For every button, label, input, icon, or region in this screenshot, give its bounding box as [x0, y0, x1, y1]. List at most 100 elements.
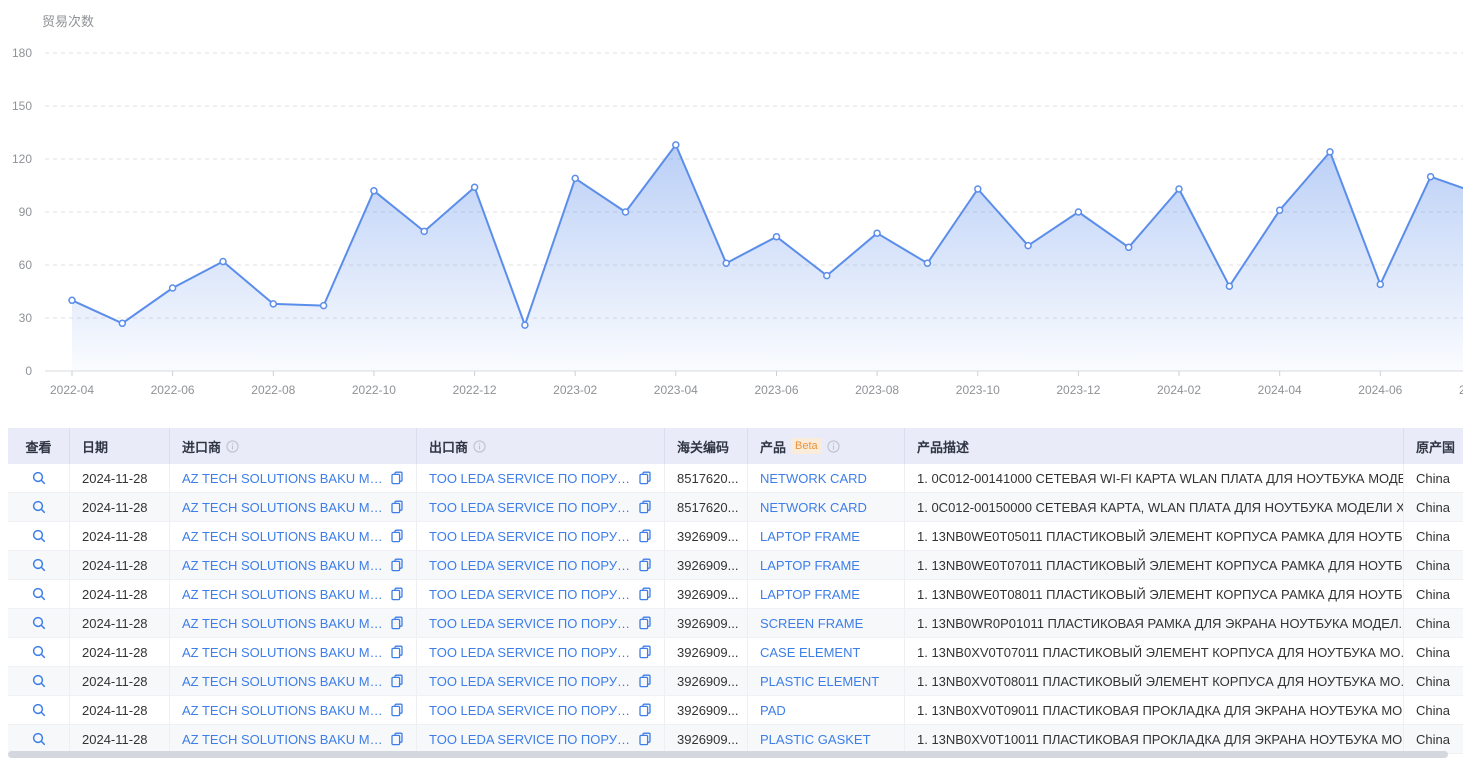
view-search-icon[interactable] — [31, 586, 47, 602]
description-cell: 1. 13NB0WE0T08011 ПЛАСТИКОВЫЙ ЭЛЕМЕНТ КО… — [905, 580, 1404, 608]
date-cell: 2024-11-28 — [70, 493, 170, 521]
copy-icon[interactable] — [390, 645, 404, 659]
exporter-link[interactable]: TOO LEDA SERVICE ПО ПОРУЧЕН... — [429, 645, 632, 660]
product-link[interactable]: NETWORK CARD — [760, 500, 867, 515]
date-value: 2024-11-28 — [82, 616, 148, 631]
copy-icon[interactable] — [638, 703, 652, 717]
copy-icon[interactable] — [638, 471, 652, 485]
date-value: 2024-11-28 — [82, 500, 148, 515]
exporter-link[interactable]: TOO LEDA SERVICE ПО ПОРУЧЕН... — [429, 471, 632, 486]
copy-icon[interactable] — [390, 674, 404, 688]
hs-code-cell: 3926909... — [665, 638, 748, 666]
hs-code-value: 3926909... — [677, 645, 738, 660]
importer-cell: AZ TECH SOLUTIONS BAKU MMC — [170, 725, 417, 753]
product-cell: PAD — [748, 696, 905, 724]
importer-link[interactable]: AZ TECH SOLUTIONS BAKU MMC — [182, 558, 384, 573]
info-icon[interactable] — [827, 440, 840, 453]
copy-icon[interactable] — [638, 500, 652, 514]
hs-code-value: 3926909... — [677, 587, 738, 602]
importer-cell: AZ TECH SOLUTIONS BAKU MMC — [170, 493, 417, 521]
data-point-marker — [220, 259, 226, 265]
x-axis-label: 2024-08 — [1459, 383, 1463, 397]
copy-icon[interactable] — [390, 616, 404, 630]
description-value: 1. 13NB0XV0T08011 ПЛАСТИКОВЫЙ ЭЛЕМЕНТ КО… — [917, 674, 1404, 689]
exporter-link[interactable]: TOO LEDA SERVICE ПО ПОРУЧЕН... — [429, 500, 632, 515]
importer-link[interactable]: AZ TECH SOLUTIONS BAKU MMC — [182, 587, 384, 602]
copy-icon[interactable] — [390, 703, 404, 717]
exporter-link[interactable]: TOO LEDA SERVICE ПО ПОРУЧЕН... — [429, 558, 632, 573]
exporter-cell: TOO LEDA SERVICE ПО ПОРУЧЕН... — [417, 464, 665, 492]
importer-link[interactable]: AZ TECH SOLUTIONS BAKU MMC — [182, 732, 384, 747]
info-icon[interactable] — [473, 440, 486, 453]
product-link[interactable]: LAPTOP FRAME — [760, 587, 860, 602]
importer-link[interactable]: AZ TECH SOLUTIONS BAKU MMC — [182, 645, 384, 660]
copy-icon[interactable] — [638, 645, 652, 659]
data-point-marker — [270, 301, 276, 307]
exporter-link[interactable]: TOO LEDA SERVICE ПО ПОРУЧЕН... — [429, 732, 632, 747]
product-link[interactable]: LAPTOP FRAME — [760, 558, 860, 573]
copy-icon[interactable] — [638, 616, 652, 630]
date-cell: 2024-11-28 — [70, 464, 170, 492]
copy-icon[interactable] — [638, 674, 652, 688]
view-search-icon[interactable] — [31, 702, 47, 718]
origin-value: China — [1416, 529, 1450, 544]
product-link[interactable]: CASE ELEMENT — [760, 645, 860, 660]
view-cell — [8, 667, 70, 695]
copy-icon[interactable] — [390, 558, 404, 572]
importer-link[interactable]: AZ TECH SOLUTIONS BAKU MMC — [182, 616, 384, 631]
exporter-link[interactable]: TOO LEDA SERVICE ПО ПОРУЧЕН... — [429, 703, 632, 718]
importer-link[interactable]: AZ TECH SOLUTIONS BAKU MMC — [182, 674, 384, 689]
origin-cell: China — [1404, 638, 1463, 666]
description-cell: 1. 13NB0XV0T08011 ПЛАСТИКОВЫЙ ЭЛЕМЕНТ КО… — [905, 667, 1404, 695]
hs-code-cell: 3926909... — [665, 609, 748, 637]
horizontal-scrollbar-thumb[interactable] — [8, 751, 1448, 758]
product-link[interactable]: PAD — [760, 703, 786, 718]
importer-link[interactable]: AZ TECH SOLUTIONS BAKU MMC — [182, 703, 384, 718]
view-search-icon[interactable] — [31, 731, 47, 747]
copy-icon[interactable] — [638, 732, 652, 746]
view-search-icon[interactable] — [31, 528, 47, 544]
date-cell: 2024-11-28 — [70, 638, 170, 666]
data-point-marker — [1428, 174, 1434, 180]
origin-cell: China — [1404, 580, 1463, 608]
product-link[interactable]: SCREEN FRAME — [760, 616, 863, 631]
importer-link[interactable]: AZ TECH SOLUTIONS BAKU MMC — [182, 529, 384, 544]
copy-icon[interactable] — [390, 587, 404, 601]
table-row: 2024-11-28 AZ TECH SOLUTIONS BAKU MMC TO… — [8, 493, 1463, 522]
exporter-link[interactable]: TOO LEDA SERVICE ПО ПОРУЧЕН... — [429, 587, 632, 602]
exporter-cell: TOO LEDA SERVICE ПО ПОРУЧЕН... — [417, 580, 665, 608]
copy-icon[interactable] — [390, 471, 404, 485]
copy-icon[interactable] — [638, 587, 652, 601]
data-point-marker — [1377, 281, 1383, 287]
product-cell: NETWORK CARD — [748, 464, 905, 492]
view-search-icon[interactable] — [31, 644, 47, 660]
product-link[interactable]: LAPTOP FRAME — [760, 529, 860, 544]
hs-code-value: 8517620... — [677, 471, 738, 486]
info-icon[interactable] — [226, 440, 239, 453]
exporter-link[interactable]: TOO LEDA SERVICE ПО ПОРУЧЕН... — [429, 674, 632, 689]
exporter-link[interactable]: TOO LEDA SERVICE ПО ПОРУЧЕН... — [429, 616, 632, 631]
importer-link[interactable]: AZ TECH SOLUTIONS BAKU MMC — [182, 500, 384, 515]
importer-link[interactable]: AZ TECH SOLUTIONS BAKU MMC — [182, 471, 384, 486]
date-value: 2024-11-28 — [82, 674, 148, 689]
product-link[interactable]: NETWORK CARD — [760, 471, 867, 486]
table-row: 2024-11-28 AZ TECH SOLUTIONS BAKU MMC TO… — [8, 551, 1463, 580]
product-link[interactable]: PLASTIC ELEMENT — [760, 674, 879, 689]
data-point-marker — [723, 260, 729, 266]
copy-icon[interactable] — [638, 558, 652, 572]
product-link[interactable]: PLASTIC GASKET — [760, 732, 871, 747]
copy-icon[interactable] — [390, 500, 404, 514]
view-search-icon[interactable] — [31, 499, 47, 515]
copy-icon[interactable] — [390, 529, 404, 543]
view-search-icon[interactable] — [31, 673, 47, 689]
view-search-icon[interactable] — [31, 557, 47, 573]
copy-icon[interactable] — [638, 529, 652, 543]
exporter-link[interactable]: TOO LEDA SERVICE ПО ПОРУЧЕН... — [429, 529, 632, 544]
trade-count-chart: 03060901201501802022-042022-062022-08202… — [0, 0, 1463, 412]
view-search-icon[interactable] — [31, 470, 47, 486]
description-cell: 1. 13NB0XV0T09011 ПЛАСТИКОВАЯ ПРОКЛАДКА … — [905, 696, 1404, 724]
column-header-view: 查看 — [8, 428, 70, 464]
description-cell: 1. 13NB0XV0T10011 ПЛАСТИКОВАЯ ПРОКЛАДКА … — [905, 725, 1404, 753]
copy-icon[interactable] — [390, 732, 404, 746]
view-search-icon[interactable] — [31, 615, 47, 631]
